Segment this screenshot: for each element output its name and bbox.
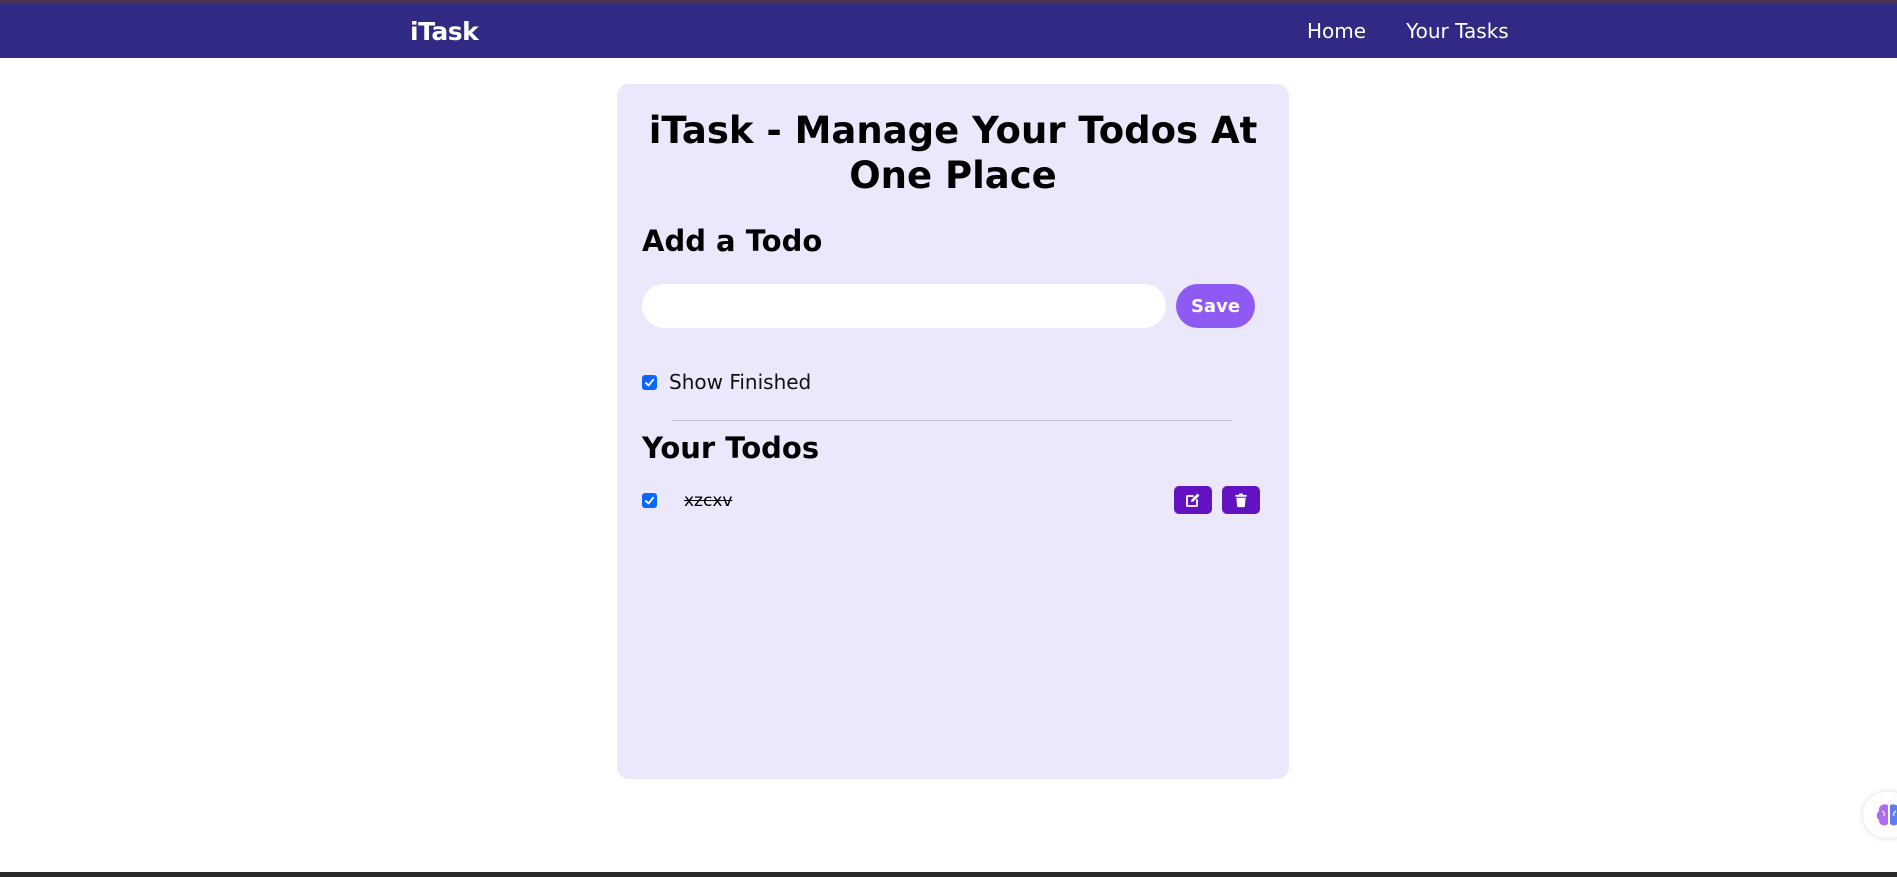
add-todo-heading: Add a Todo — [642, 224, 823, 258]
brain-icon — [1876, 804, 1897, 826]
nav-link-your-tasks[interactable]: Your Tasks — [1406, 19, 1509, 43]
check-icon — [644, 378, 655, 386]
page-title: iTask - Manage Your Todos At One Place — [648, 109, 1258, 197]
show-finished-checkbox[interactable] — [642, 374, 657, 390]
assistant-floating-button[interactable] — [1863, 792, 1897, 838]
delete-button[interactable] — [1222, 486, 1260, 514]
trash-icon — [1235, 492, 1247, 507]
check-icon — [644, 496, 655, 505]
show-finished-label: Show Finished — [669, 370, 812, 394]
todo-item: xzcxv — [642, 486, 1260, 516]
edit-button[interactable] — [1174, 486, 1212, 514]
divider — [672, 420, 1232, 421]
save-button[interactable]: Save — [1176, 284, 1255, 328]
todo-card: iTask - Manage Your Todos At One Place A… — [617, 84, 1289, 779]
edit-icon — [1186, 493, 1200, 507]
brand-logo[interactable]: iTask — [410, 17, 479, 46]
nav-links: Home Your Tasks — [1307, 19, 1509, 43]
todo-input[interactable] — [642, 284, 1166, 328]
nav-link-home[interactable]: Home — [1307, 19, 1366, 43]
todo-done-checkbox[interactable] — [642, 493, 657, 508]
your-todos-heading: Your Todos — [642, 431, 820, 465]
window-bottom-strip — [0, 872, 1897, 877]
todo-text: xzcxv — [684, 491, 733, 511]
show-finished-toggle[interactable]: Show Finished — [642, 370, 811, 394]
navbar: iTask Home Your Tasks — [0, 4, 1897, 58]
